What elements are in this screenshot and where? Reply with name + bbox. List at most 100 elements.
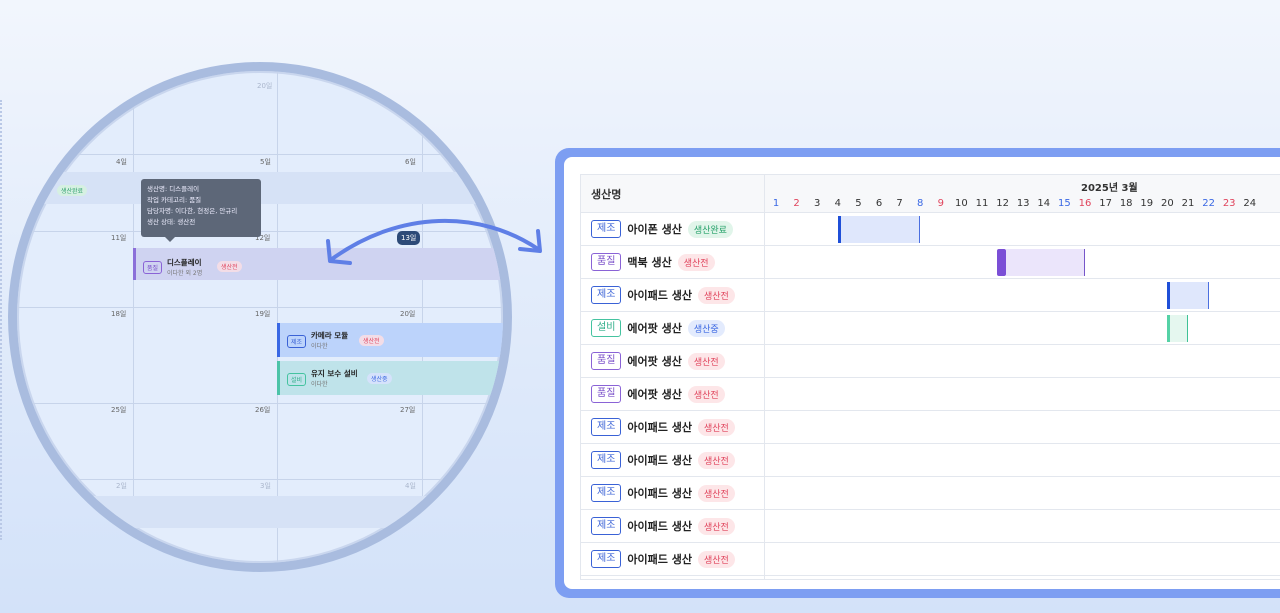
production-name-column: 생산명 제조 아이폰 생산 생산완료 품질 맥북 생산 생산전 제조 아이패드 생산 생산전 설비…: [581, 175, 765, 579]
event-assignee: 이다한 외 2명: [167, 270, 203, 277]
status-badge: 생산전: [359, 335, 384, 346]
production-name: 아이폰 생산: [627, 223, 682, 236]
day-label: 23: [1222, 198, 1236, 209]
category-tag: 품질: [591, 352, 622, 370]
category-tag: 설비: [591, 319, 622, 337]
production-row[interactable]: 품질 맥북 생산 생산전: [581, 246, 764, 279]
schedule-bar[interactable]: [996, 249, 1085, 276]
calendar-day[interactable]: 11일: [111, 233, 126, 243]
production-name: 에어팟 생산: [627, 322, 682, 335]
name-column-header: 생산명: [581, 175, 764, 213]
calendar-day[interactable]: 25일: [111, 405, 126, 415]
calendar-divider: [277, 71, 278, 563]
production-name: 아이패드 생산: [627, 553, 692, 566]
timeline-row: [765, 213, 1280, 246]
calendar-divider: [17, 307, 503, 308]
production-row[interactable]: 제조 아이패드 생산 생산전: [581, 279, 764, 312]
day-label: 22: [1202, 198, 1215, 209]
calendar-day[interactable]: 5일: [260, 157, 271, 167]
tooltip-line: 작업 카테고리: 품질: [147, 196, 202, 204]
day-label: 9: [937, 198, 944, 209]
calendar-divider: [422, 71, 423, 563]
day-label: 15: [1058, 198, 1071, 209]
status-badge: 생산전: [697, 550, 735, 568]
day-label: 10: [955, 198, 968, 209]
status-badge: 생산전: [697, 484, 735, 502]
category-tag: 품질: [591, 385, 622, 403]
status-badge: 생산전: [687, 385, 725, 403]
production-row[interactable]: 제조 아이패드 생산 생산전: [581, 543, 764, 576]
calendar-day[interactable]: 6일: [405, 157, 416, 167]
day-label: 21: [1181, 198, 1195, 209]
day-label: 5: [855, 198, 862, 209]
status-badge: 생산전: [697, 517, 735, 535]
timeline-row: [765, 246, 1280, 279]
category-tag: 제조: [591, 451, 622, 469]
gantt-card: 생산명 제조 아이폰 생산 생산완료 품질 맥북 생산 생산전 제조 아이패드 생산 생산전 설비…: [564, 157, 1280, 589]
production-name: 에어팟 생산: [627, 355, 682, 368]
day-label: 20: [1161, 198, 1174, 209]
event-tooltip: 생산명: 디스플레이 작업 카테고리: 품질 담당자명: 이다한, 현정은, 안…: [141, 179, 261, 242]
timeline-rows: [765, 213, 1280, 576]
production-row[interactable]: 제조 아이패드 생산 생산전: [581, 477, 764, 510]
production-row[interactable]: 품질 에어팟 생산 생산전: [581, 345, 764, 378]
schedule-bar[interactable]: [1167, 315, 1188, 342]
calendar-day[interactable]: 4일: [116, 157, 127, 167]
day-label: 8: [917, 198, 924, 209]
day-label: 19: [1140, 198, 1154, 209]
timeline-row: [765, 411, 1280, 444]
day-label: 17: [1099, 198, 1112, 209]
timeline-row: [765, 543, 1280, 576]
drag-handle[interactable]: [996, 249, 1006, 276]
day-label: 2: [793, 198, 800, 209]
category-tag: 제조: [287, 335, 307, 348]
production-row[interactable]: 제조 아이폰 생산 생산완료: [581, 213, 764, 246]
production-name: 아이패드 생산: [627, 454, 692, 467]
production-name: 맥북 생산: [627, 256, 672, 269]
calendar-day[interactable]: 18일: [111, 309, 126, 319]
day-label: 12: [996, 198, 1009, 209]
drag-handle[interactable]: [1167, 315, 1171, 342]
day-label: 6: [875, 198, 883, 209]
production-list: 제조 아이폰 생산 생산완료 품질 맥북 생산 생산전 제조 아이패드 생산 생산전 설비 에어팟 …: [581, 213, 764, 576]
calendar-day[interactable]: 27일: [400, 405, 415, 415]
calendar-day[interactable]: 19일: [255, 309, 270, 319]
day-label: 11: [975, 198, 989, 209]
production-row[interactable]: 설비 에어팟 생산 생산중: [581, 312, 764, 345]
production-row[interactable]: 제조 아이패드 생산 생산전: [581, 411, 764, 444]
production-row[interactable]: 품질 에어팟 생산 생산전: [581, 378, 764, 411]
day-label: 4: [834, 198, 841, 209]
status-badge: 생산완료: [57, 185, 88, 196]
category-tag: 제조: [591, 418, 622, 436]
calendar-divider: [17, 154, 503, 155]
day-label: 14: [1037, 198, 1051, 209]
event-assignee: 이다한: [311, 381, 328, 388]
schedule-bar[interactable]: [837, 216, 921, 243]
production-row[interactable]: 제조 아이패드 생산 생산전: [581, 510, 764, 543]
status-badge: 생산전: [687, 352, 725, 370]
status-badge: 생산전: [697, 286, 735, 304]
gantt-timeline: 2025년 3월 1 2 3 4 5 6 7 8 9 10 11 12 13 14 15 16 17 18 19 20…: [765, 175, 1280, 579]
event-bar[interactable]: [17, 496, 503, 528]
timeline-row: [765, 510, 1280, 543]
tooltip-line: 담당자명: 이다한, 현정은, 안규리: [147, 207, 238, 215]
production-name: 아이패드 생산: [627, 421, 692, 434]
category-tag: 품질: [143, 261, 163, 274]
timeline-row: [765, 378, 1280, 411]
day-label: 7: [896, 198, 903, 209]
drag-handle[interactable]: [1167, 282, 1171, 309]
category-tag: 설비: [287, 373, 307, 386]
drag-handle[interactable]: [837, 216, 841, 243]
month-label: 2025년 3월: [1081, 183, 1138, 194]
event-assignee: 이다한: [311, 343, 328, 350]
calendar-day[interactable]: 26일: [255, 405, 270, 415]
calendar-day[interactable]: 20일: [400, 309, 415, 319]
schedule-bar[interactable]: [1167, 282, 1209, 309]
calendar-magnifier: 20일 4일 5일 6일 생산완료 11일 12일 13일 품질 디스플레이 이…: [8, 62, 512, 572]
production-name: 에어팟 생산: [627, 388, 682, 401]
day-label: 24: [1243, 198, 1257, 209]
timeline-header: 2025년 3월 1 2 3 4 5 6 7 8 9 10 11 12 13 14 15 16 17 18 19 20…: [765, 175, 1280, 213]
day-label: 13: [1016, 198, 1030, 209]
production-row[interactable]: 제조 아이패드 생산 생산전: [581, 444, 764, 477]
calendar-day: 3일: [260, 482, 271, 490]
